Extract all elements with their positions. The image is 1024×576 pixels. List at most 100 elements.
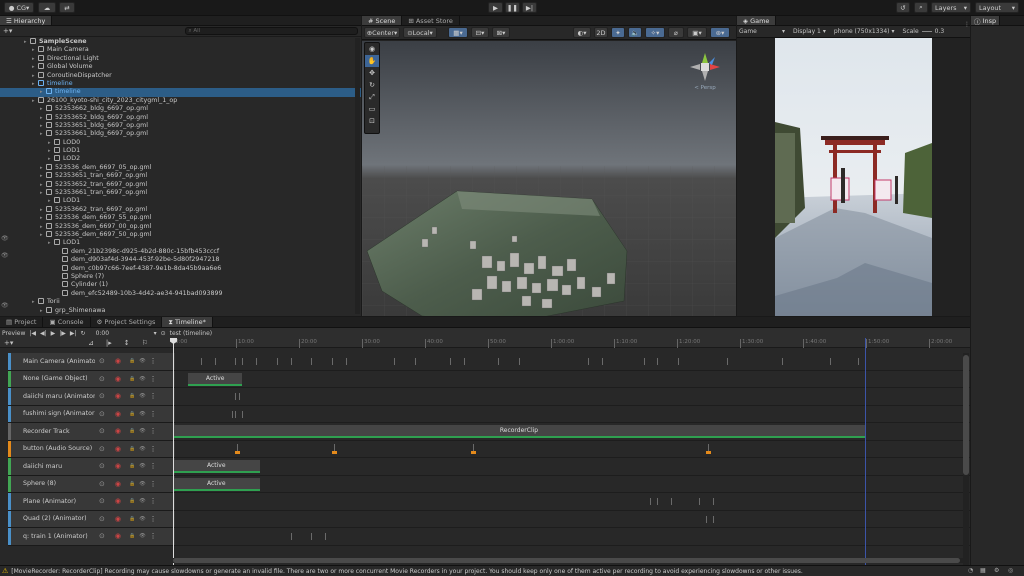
- next-frame-icon[interactable]: |▶: [59, 330, 66, 337]
- time-field[interactable]: 0:00: [90, 330, 150, 337]
- audio-clip-marker[interactable]: [705, 450, 711, 454]
- audio-button[interactable]: 🔈: [628, 27, 642, 38]
- track-menu-icon[interactable]: ⋮: [150, 515, 157, 523]
- increment-snap-button[interactable]: ⊠▾: [492, 27, 510, 38]
- track-menu-icon[interactable]: ⋮: [150, 375, 157, 383]
- object-picker-icon[interactable]: ⊙: [99, 392, 105, 400]
- resolution-dropdown[interactable]: phone (750x1334) ▾: [834, 28, 895, 35]
- mode-2d-button[interactable]: 2D: [594, 27, 608, 38]
- hierarchy-item[interactable]: ▸ Main Camera: [0, 46, 361, 54]
- rect-tool-icon[interactable]: ▭: [365, 103, 379, 115]
- lock-icon[interactable]: 🔒: [129, 533, 135, 539]
- tab-console[interactable]: ▣ Console: [43, 317, 91, 327]
- timeline-vscroll[interactable]: [963, 353, 969, 565]
- timeline-track[interactable]: fushimi sign (Animator) ⊙ ◉ 🔒 👁 ⋮: [8, 405, 970, 423]
- hierarchy-item[interactable]: ▸ LOD0: [0, 138, 361, 147]
- mute-icon[interactable]: 👁: [139, 358, 145, 364]
- track-menu-icon[interactable]: ⋮: [150, 480, 157, 488]
- hierarchy-item[interactable]: dem_d903af4d-3944-453f-92be-5d80f2947218: [0, 256, 361, 264]
- goto-start-icon[interactable]: |◀: [29, 330, 36, 337]
- hierarchy-search-input[interactable]: ⌕ All: [184, 27, 358, 35]
- hierarchy-item[interactable]: dem_efc52489-10b3-4d42-ae34-941bad093899: [0, 289, 361, 298]
- hierarchy-item[interactable]: ▸ LOD2: [0, 155, 361, 163]
- timeline-hscroll[interactable]: [173, 558, 963, 563]
- timeline-clip[interactable]: RecorderClip: [173, 425, 865, 438]
- history-button[interactable]: ↺: [896, 2, 910, 13]
- track-header[interactable]: Quad (2) (Animator) ⊙ ◉ 🔒 👁 ⋮: [8, 510, 175, 528]
- timeline-clip[interactable]: Active: [173, 460, 260, 473]
- view-tool-icon[interactable]: ◉: [365, 43, 379, 55]
- tab-asset-store[interactable]: ⊞ Asset Store: [402, 16, 460, 25]
- keyframe[interactable]: [588, 358, 590, 365]
- hierarchy-item[interactable]: ▸ 52353661_tran_6697_op.gml: [0, 189, 361, 197]
- pause-button[interactable]: ❚❚: [505, 2, 520, 13]
- add-icon[interactable]: +▾: [3, 27, 15, 35]
- audio-clip-marker[interactable]: [235, 450, 241, 454]
- perspective-label[interactable]: < Persp: [687, 85, 723, 91]
- timeline-track[interactable]: daiichi maru (Animator) ⊙ ◉ 🔒 👁 ⋮: [8, 388, 970, 406]
- object-picker-icon[interactable]: ⊙: [99, 515, 105, 523]
- track-header[interactable]: q: train 1 (Animator) ⊙ ◉ 🔒 👁 ⋮: [8, 528, 175, 546]
- tab-scene[interactable]: # Scene: [362, 16, 403, 25]
- step-button[interactable]: ▶|: [522, 2, 537, 13]
- timeline-track[interactable]: Recorder Track ⊙ ◉ 🔒 👁 ⋮ RecorderClip: [8, 423, 970, 441]
- preview-button[interactable]: Preview: [2, 330, 25, 337]
- tab-project-settings[interactable]: ⚙ Project Settings: [91, 317, 163, 327]
- orientation-gizmo[interactable]: < Persp: [687, 51, 723, 91]
- track-menu-icon[interactable]: ⋮: [150, 410, 157, 418]
- game-view-dropdown[interactable]: Game ▾: [739, 28, 785, 35]
- hierarchy-item[interactable]: ▸ SampleScene: [0, 38, 361, 46]
- hierarchy-item[interactable]: ▸ 523536_dem_6697_05_op.gml: [0, 163, 361, 172]
- timeline-track[interactable]: Quad (2) (Animator) ⊙ ◉ 🔒 👁 ⋮: [8, 510, 970, 528]
- hierarchy-item[interactable]: dem_c0b97c66-7eef-4387-9e1b-8da45b9aa6e6: [0, 264, 361, 273]
- track-header[interactable]: Plane (Animator) ⊙ ◉ 🔒 👁 ⋮: [8, 493, 175, 511]
- track-header[interactable]: daiichi maru ⊙ ◉ 🔒 👁 ⋮: [8, 458, 175, 476]
- mute-icon[interactable]: 👁: [139, 446, 145, 452]
- timeline-track[interactable]: q: train 1 (Animator) ⊙ ◉ 🔒 👁 ⋮: [8, 528, 970, 546]
- keyframe[interactable]: [290, 358, 292, 365]
- track-header[interactable]: None (Game Object) ⊙ ◉ 🔒 👁 ⋮: [8, 370, 175, 388]
- hierarchy-item[interactable]: ▸ 26100_kyoto-shi_city_2023_citygml_1_op: [0, 96, 361, 105]
- hierarchy-item[interactable]: ▸ CoroutineDispatcher: [0, 71, 361, 80]
- keyframe[interactable]: [231, 410, 233, 418]
- hierarchy-item[interactable]: ▸ LOD1: [0, 147, 361, 155]
- visibility-icon[interactable]: 👁: [1, 235, 9, 242]
- lighting-button[interactable]: ✦: [611, 27, 625, 38]
- lock-icon[interactable]: 🔒: [129, 481, 135, 487]
- tab-inspector[interactable]: ⓘ Insp: [971, 16, 1001, 26]
- keyframe[interactable]: [519, 358, 520, 365]
- marker-icon[interactable]: ↕: [124, 339, 130, 347]
- keyframe[interactable]: [712, 498, 714, 505]
- mute-icon[interactable]: 👁: [139, 498, 145, 504]
- hierarchy-item[interactable]: ▸ 52353651_bldg_6697_op.gml: [0, 121, 361, 130]
- scroll-thumb[interactable]: [963, 355, 969, 475]
- hierarchy-item[interactable]: Sphere (7): [0, 272, 361, 281]
- object-picker-icon[interactable]: ⊙: [99, 357, 105, 365]
- visibility-icon[interactable]: 👁: [1, 252, 9, 259]
- mute-icon[interactable]: 👁: [139, 376, 145, 382]
- keyframe[interactable]: [332, 358, 334, 365]
- track-header[interactable]: Recorder Track ⊙ ◉ 🔒 👁 ⋮: [8, 423, 175, 441]
- hierarchy-item[interactable]: ▸ timeline: [0, 88, 361, 97]
- timeline-track[interactable]: Main Camera (Animator) ⊙ ◉ 🔒 👁 ⋮: [8, 353, 970, 371]
- keyframe[interactable]: [325, 533, 327, 540]
- hierarchy-item[interactable]: dem_21b2398c-d925-4b2d-880c-15bfb453cccf: [0, 247, 361, 256]
- chevron-down-icon[interactable]: ▾: [154, 330, 157, 337]
- transform-tool-icon[interactable]: ⊡: [365, 115, 379, 127]
- display-dropdown[interactable]: Display 1 ▾: [793, 28, 826, 35]
- keyframe[interactable]: [238, 393, 240, 400]
- record-icon[interactable]: ◉: [115, 357, 121, 365]
- ripple-icon[interactable]: |▸: [106, 339, 112, 347]
- hierarchy-item[interactable]: ▸ 523536_dem_6697_55_op.gml: [0, 214, 361, 222]
- keyframe[interactable]: [657, 358, 659, 365]
- keyframe[interactable]: [463, 358, 465, 365]
- prev-frame-icon[interactable]: ◀|: [40, 330, 47, 337]
- hierarchy-item[interactable]: ▸ 52353662_bldg_6697_op.gml: [0, 105, 361, 113]
- object-picker-icon[interactable]: ⊙: [99, 410, 105, 418]
- keyframe[interactable]: [311, 533, 313, 540]
- keyframe[interactable]: [858, 358, 860, 365]
- mute-icon[interactable]: 👁: [139, 516, 145, 522]
- record-icon[interactable]: ◉: [115, 462, 121, 470]
- keyframe[interactable]: [214, 358, 216, 365]
- collab-button[interactable]: ⇄: [59, 2, 75, 13]
